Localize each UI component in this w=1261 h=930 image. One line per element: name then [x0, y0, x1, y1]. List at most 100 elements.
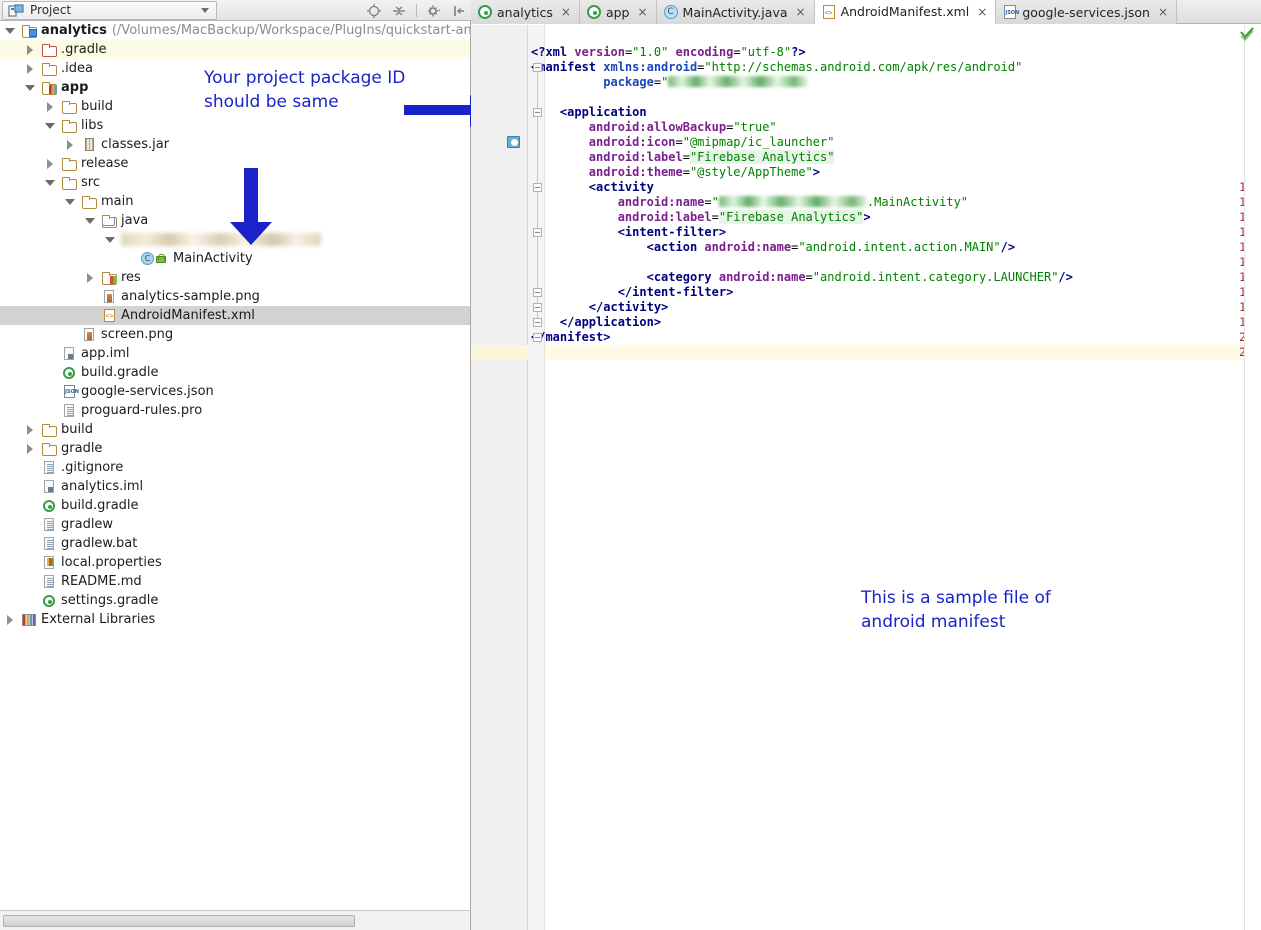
tree-item-gradlew[interactable]: gradlew	[0, 515, 470, 534]
settings-gear-icon[interactable]	[426, 3, 442, 19]
twisty-collapsed-icon[interactable]	[25, 44, 36, 55]
tree-item-google-services-json[interactable]: JSON google-services.json	[0, 382, 470, 401]
code-line[interactable]: android:theme="@style/AppTheme">	[531, 165, 820, 180]
code-line[interactable]: <intent-filter>	[531, 225, 726, 240]
code-line[interactable]: package="	[531, 75, 809, 90]
tree-item-proguard-rules-pro[interactable]: proguard-rules.pro	[0, 401, 470, 420]
twisty-collapsed-icon[interactable]	[45, 158, 56, 169]
tree-item-analytics[interactable]: analytics (/Volumes/MacBackup/Workspace/P…	[0, 21, 470, 40]
editor-gutter[interactable]	[471, 25, 528, 930]
code-line[interactable]: <manifest xmlns:android="http://schemas.…	[531, 60, 1022, 75]
hide-panel-icon[interactable]	[451, 3, 467, 19]
hscrollbar-thumb[interactable]	[3, 915, 355, 927]
fold-toggle-icon[interactable]	[533, 228, 542, 237]
tree-item-label: .gitignore	[61, 460, 124, 475]
fold-toggle-icon[interactable]	[533, 288, 542, 297]
twisty-placeholder	[45, 348, 56, 359]
close-tab-icon[interactable]: ×	[561, 5, 571, 19]
tree-item-libs[interactable]: libs	[0, 116, 470, 135]
tree-item-gradle[interactable]: gradle	[0, 439, 470, 458]
fold-toggle-icon[interactable]	[533, 108, 542, 117]
ide-window: Project analytics (/Volumes/MacBackup/Wo…	[0, 0, 1261, 930]
editor-tab-analytics[interactable]: analytics ×	[471, 0, 580, 24]
locate-target-icon[interactable]	[366, 3, 382, 19]
tree-item-mainactivity[interactable]: C MainActivity	[0, 249, 470, 268]
editor-tab-app[interactable]: app ×	[579, 0, 657, 24]
code-token: <activity	[588, 180, 654, 194]
tree-item-external-libraries[interactable]: External Libraries	[0, 610, 470, 629]
twisty-expanded-icon[interactable]	[45, 120, 56, 131]
tree-item-classes-jar[interactable]: classes.jar	[0, 135, 470, 154]
code-line[interactable]: <action android:name="android.intent.act…	[531, 240, 1015, 255]
code-line[interactable]: <category android:name="android.intent.c…	[531, 270, 1073, 285]
chevron-down-icon[interactable]	[201, 7, 209, 13]
tree-item-gradlew-bat[interactable]: gradlew.bat	[0, 534, 470, 553]
tree-item-res[interactable]: res	[0, 268, 470, 287]
project-view-selector[interactable]: Project	[2, 0, 217, 20]
fold-toggle-icon[interactable]	[533, 183, 542, 192]
twisty-collapsed-icon[interactable]	[85, 272, 96, 283]
project-toolbar-actions	[366, 0, 467, 21]
twisty-expanded-icon[interactable]	[25, 82, 36, 93]
code-editor[interactable]: 1<?xml version="1.0" encoding="utf-8"?>2…	[471, 25, 1261, 930]
code-line[interactable]: android:allowBackup="true"	[531, 120, 777, 135]
twisty-expanded-icon[interactable]	[5, 25, 16, 36]
tree-item-settings-gradle[interactable]: settings.gradle	[0, 591, 470, 610]
tree-item-build-gradle[interactable]: build.gradle	[0, 363, 470, 382]
tree-item-label: README.md	[61, 574, 142, 589]
editor-tab-androidmanifest-xml[interactable]: <> AndroidManifest.xml ×	[814, 0, 997, 24]
project-tree-hscrollbar[interactable]	[0, 910, 470, 930]
code-line[interactable]: android:label="Firebase Analytics"	[531, 150, 835, 165]
code-line[interactable]: </activity>	[531, 300, 668, 315]
fold-toggle-icon[interactable]	[533, 63, 542, 72]
code-line[interactable]: </manifest>	[531, 330, 610, 345]
fold-toggle-icon[interactable]	[533, 318, 542, 327]
code-line[interactable]: <?xml version="1.0" encoding="utf-8"?>	[531, 45, 806, 60]
editor-tab-mainactivity-java[interactable]: C MainActivity.java ×	[656, 0, 815, 24]
twisty-collapsed-icon[interactable]	[25, 424, 36, 435]
project-tree[interactable]: analytics (/Volumes/MacBackup/Workspace/P…	[0, 21, 470, 910]
code-line[interactable]: android:name=" .MainActivity"	[531, 195, 968, 210]
twisty-collapsed-icon[interactable]	[5, 614, 16, 625]
editor-tab-bar: analytics × app × C MainActivity.java × <> Andro…	[471, 0, 1261, 24]
code-token: </application>	[559, 315, 662, 329]
tree-item-gradle[interactable]: .gradle	[0, 40, 470, 59]
tree-item-gitignore[interactable]: .gitignore	[0, 458, 470, 477]
bookmark-icon[interactable]	[507, 136, 520, 148]
twisty-expanded-icon[interactable]	[65, 196, 76, 207]
code-line[interactable]: </application>	[531, 315, 661, 330]
inspection-ok-check-icon[interactable]	[1240, 27, 1254, 45]
gradle-file-icon	[41, 498, 57, 514]
tree-item-readme-md[interactable]: README.md	[0, 572, 470, 591]
code-line[interactable]: android:label="Firebase Analytics">	[531, 210, 871, 225]
fold-toggle-icon[interactable]	[533, 303, 542, 312]
twisty-expanded-icon[interactable]	[105, 234, 116, 245]
close-tab-icon[interactable]: ×	[977, 5, 987, 19]
annotation-arrow-down	[230, 168, 272, 245]
tree-item-analytics-sample-png[interactable]: analytics-sample.png	[0, 287, 470, 306]
tree-item-screen-png[interactable]: screen.png	[0, 325, 470, 344]
code-line[interactable]: </intent-filter>	[531, 285, 734, 300]
fold-toggle-icon[interactable]	[533, 333, 542, 342]
twisty-collapsed-icon[interactable]	[25, 63, 36, 74]
tree-item-app-iml[interactable]: app.iml	[0, 344, 470, 363]
collapse-all-icon[interactable]	[391, 3, 407, 19]
code-line[interactable]: <activity	[531, 180, 654, 195]
twisty-collapsed-icon[interactable]	[45, 101, 56, 112]
close-tab-icon[interactable]: ×	[796, 5, 806, 19]
tree-item-analytics-iml[interactable]: analytics.iml	[0, 477, 470, 496]
twisty-collapsed-icon[interactable]	[65, 139, 76, 150]
tree-item-build-gradle[interactable]: build.gradle	[0, 496, 470, 515]
code-token: "Firebase Analytics"	[718, 210, 864, 224]
editor-tab-google-services-json[interactable]: JSON google-services.json ×	[996, 0, 1178, 24]
close-tab-icon[interactable]: ×	[637, 5, 647, 19]
tree-item-androidmanifest-xml[interactable]: <> AndroidManifest.xml	[0, 306, 470, 325]
code-line[interactable]: <application	[531, 105, 647, 120]
code-line[interactable]: android:icon="@mipmap/ic_launcher"	[531, 135, 835, 150]
tree-item-local-properties[interactable]: local.properties	[0, 553, 470, 572]
tree-item-build[interactable]: build	[0, 420, 470, 439]
close-tab-icon[interactable]: ×	[1158, 5, 1168, 19]
twisty-collapsed-icon[interactable]	[25, 443, 36, 454]
twisty-expanded-icon[interactable]	[45, 177, 56, 188]
twisty-expanded-icon[interactable]	[85, 215, 96, 226]
